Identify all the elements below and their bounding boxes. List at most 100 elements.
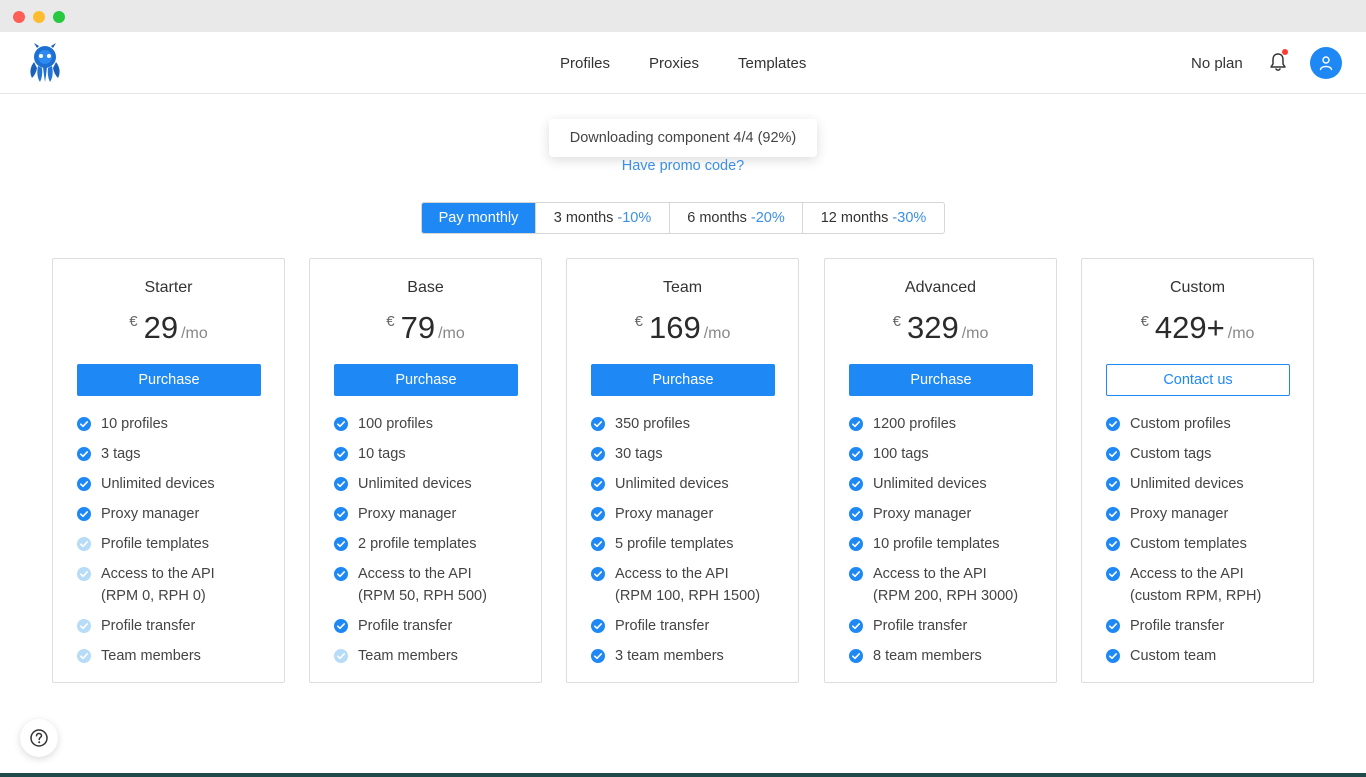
close-window-button[interactable] — [13, 11, 25, 23]
feature-item: 3 team members — [591, 645, 791, 667]
octopus-logo-icon[interactable] — [24, 42, 66, 84]
check-icon — [77, 447, 91, 461]
nav-profiles[interactable]: Profiles — [560, 32, 610, 94]
feature-text: Proxy manager — [1130, 506, 1229, 522]
minimize-window-button[interactable] — [33, 11, 45, 23]
feature-item: 350 profiles — [591, 413, 791, 435]
feature-text: Access to the API (RPM 200, RPH 3000) — [873, 566, 1019, 604]
purchase-button[interactable]: Purchase — [334, 364, 518, 396]
price-amount: 429+ — [1154, 310, 1225, 345]
download-toast: Downloading component 4/4 (92%) — [549, 119, 817, 157]
feature-item: Profile transfer — [77, 615, 277, 637]
period-label: 3 months — [553, 210, 614, 226]
plan-title: Team — [662, 279, 703, 296]
plan-price: €29/mo — [53, 309, 284, 347]
check-icon — [334, 537, 348, 551]
period-3-months[interactable]: 3 months -10% — [535, 203, 669, 233]
nav-proxies[interactable]: Proxies — [649, 32, 699, 94]
bottom-strip — [0, 773, 1366, 777]
feature-item: 10 profile templates — [849, 533, 1049, 555]
period-6-months[interactable]: 6 months -20% — [669, 203, 802, 233]
currency-symbol: € — [1140, 313, 1149, 330]
plan-card-starter: Starter €29/mo Purchase 10 profiles 3 tags Un… — [52, 258, 285, 683]
purchase-button[interactable]: Purchase — [77, 364, 261, 396]
check-icon — [1106, 447, 1120, 461]
check-icon — [591, 567, 605, 581]
feature-item: Team members — [334, 645, 534, 667]
plan-title: Custom — [1169, 279, 1226, 296]
billing-period-selector: Pay monthly 3 months -10% 6 months -20% 12… — [421, 202, 945, 234]
feature-text: Unlimited devices — [358, 476, 472, 492]
check-icon — [849, 417, 863, 431]
plan-price: €329/mo — [825, 309, 1056, 347]
feature-item: Proxy manager — [334, 503, 534, 525]
nav-templates[interactable]: Templates — [738, 32, 806, 94]
feature-text: 5 profile templates — [615, 536, 734, 552]
feature-text: Access to the API (custom RPM, RPH) — [1130, 566, 1262, 604]
feature-text: Unlimited devices — [873, 476, 987, 492]
feature-item: Profile transfer — [1106, 615, 1306, 637]
feature-item: Access to the API (custom RPM, RPH) — [1106, 563, 1306, 607]
feature-text: Access to the API (RPM 50, RPH 500) — [358, 566, 487, 604]
bell-icon[interactable] — [1268, 52, 1288, 74]
feature-text: Custom tags — [1130, 446, 1212, 462]
feature-item: Proxy manager — [591, 503, 791, 525]
feature-text: Team members — [358, 648, 458, 664]
plan-card-advanced: Advanced €329/mo Purchase 1200 profiles 100 … — [824, 258, 1057, 683]
help-icon[interactable] — [20, 719, 58, 757]
user-icon[interactable] — [1310, 47, 1342, 79]
check-icon — [591, 417, 605, 431]
feature-item: Custom templates — [1106, 533, 1306, 555]
feature-text: 3 tags — [101, 446, 141, 462]
price-period: /mo — [438, 325, 465, 342]
check-icon — [334, 477, 348, 491]
feature-item: Team members — [77, 645, 277, 667]
period-discount: -30% — [892, 210, 927, 226]
check-icon — [1106, 649, 1120, 663]
feature-text: 10 tags — [358, 446, 406, 462]
period-discount: -10% — [617, 210, 652, 226]
feature-text: Profile transfer — [358, 618, 453, 634]
feature-item: 1200 profiles — [849, 413, 1049, 435]
check-icon — [334, 507, 348, 521]
feature-text: Unlimited devices — [615, 476, 729, 492]
feature-item: Access to the API (RPM 0, RPH 0) — [77, 563, 277, 607]
feature-item: Access to the API (RPM 100, RPH 1500) — [591, 563, 791, 607]
feature-text: 2 profile templates — [358, 536, 477, 552]
check-icon — [334, 417, 348, 431]
feature-item: Unlimited devices — [849, 473, 1049, 495]
plan-status[interactable]: No plan — [1191, 32, 1243, 94]
check-icon — [591, 447, 605, 461]
plan-price: €169/mo — [567, 309, 798, 347]
check-icon — [77, 567, 91, 581]
feature-item: Unlimited devices — [1106, 473, 1306, 495]
price-amount: 329 — [906, 310, 959, 345]
price-period: /mo — [181, 325, 208, 342]
check-icon — [1106, 619, 1120, 633]
contact-us-button[interactable]: Contact us — [1106, 364, 1290, 396]
feature-item: Custom tags — [1106, 443, 1306, 465]
price-period: /mo — [1227, 325, 1255, 342]
feature-item: Proxy manager — [849, 503, 1049, 525]
maximize-window-button[interactable] — [53, 11, 65, 23]
period-pay-monthly[interactable]: Pay monthly — [422, 203, 535, 233]
plan-price: €429+/mo — [1082, 309, 1313, 347]
check-icon — [77, 649, 91, 663]
price-period: /mo — [703, 325, 731, 342]
check-icon — [1106, 417, 1120, 431]
feature-item: Custom profiles — [1106, 413, 1306, 435]
feature-item: Unlimited devices — [334, 473, 534, 495]
feature-item: Access to the API (RPM 50, RPH 500) — [334, 563, 534, 607]
period-12-months[interactable]: 12 months -30% — [802, 203, 944, 233]
feature-item: Profile templates — [77, 533, 277, 555]
purchase-button[interactable]: Purchase — [849, 364, 1033, 396]
check-icon — [591, 477, 605, 491]
check-icon — [77, 619, 91, 633]
period-label: 6 months — [687, 210, 747, 226]
check-icon — [849, 447, 863, 461]
notification-dot — [1282, 49, 1288, 55]
purchase-button[interactable]: Purchase — [591, 364, 775, 396]
feature-text: 100 profiles — [358, 416, 433, 432]
promo-code-text[interactable]: Have promo code? — [622, 158, 745, 174]
feature-text: Custom team — [1130, 648, 1217, 664]
